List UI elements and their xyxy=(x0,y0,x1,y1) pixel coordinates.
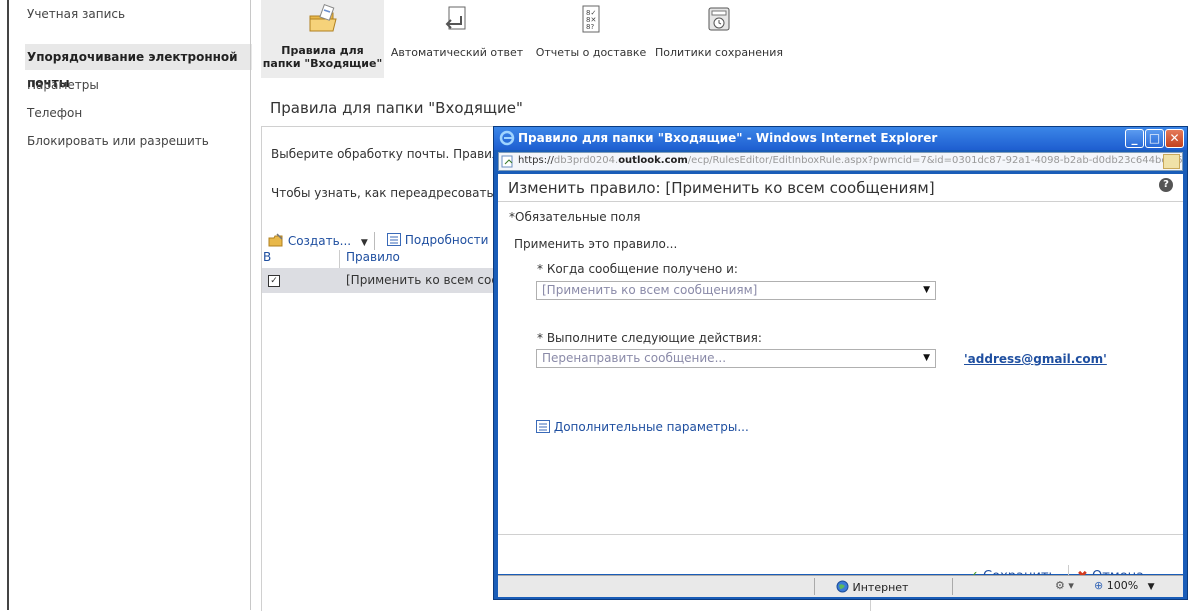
retention-icon xyxy=(708,7,730,31)
lock-icon[interactable] xyxy=(1163,154,1180,169)
create-dropdown-icon[interactable]: ▼ xyxy=(361,238,368,248)
delivery-reports-tab[interactable]: 8✓ 8✕ 8? Отчеты о доставке xyxy=(531,0,651,78)
delivery-reports-label: Отчеты о доставке xyxy=(535,46,647,59)
security-zone-label: Интернет xyxy=(852,581,909,594)
security-zone[interactable]: Интернет xyxy=(836,580,908,594)
create-button[interactable]: Создать... ▼ xyxy=(268,233,368,248)
protected-mode-icon[interactable]: ⚙ ▾ xyxy=(1055,579,1074,592)
left-edge-border xyxy=(0,0,9,610)
svg-text:8?: 8? xyxy=(586,23,594,31)
ie-window-title: Правило для папки "Входящие" - Windows I… xyxy=(518,131,938,145)
rules-grid-header: В Правило xyxy=(262,250,502,268)
rule-name-cell: [Применить ко всем соо xyxy=(346,273,499,287)
details-button-label: Подробности xyxy=(404,233,489,247)
sidebar-item-phone[interactable]: Телефон xyxy=(25,100,252,126)
ie-address-bar[interactable]: https://db3prd0204.outlook.com/ecp/Rules… xyxy=(498,152,1183,171)
inbox-rules-label-line2: папки "Входящие" xyxy=(262,57,383,70)
when-received-label: * Когда сообщение получено и: xyxy=(537,262,738,276)
ie-titlebar[interactable]: Правило для папки "Входящие" - Windows I… xyxy=(494,127,1187,150)
column-enabled-header[interactable]: В xyxy=(263,250,271,264)
when-received-select[interactable]: [Применить ко всем сообщениям] ▼ xyxy=(536,281,936,300)
close-window-button[interactable]: ✕ xyxy=(1165,129,1184,148)
column-rule-header[interactable]: Правило xyxy=(346,250,400,264)
ie-status-bar: Интернет ⚙ ▾ ⊕ 100% ▼ xyxy=(498,575,1183,597)
inbox-rules-label-line1: Правила для xyxy=(281,44,364,57)
do-following-label: * Выполните следующие действия: xyxy=(537,331,762,345)
table-row[interactable]: ✓ [Применить ко всем соо xyxy=(262,268,502,293)
sidebar-divider xyxy=(250,0,251,610)
sidebar-nav: Учетная запись Упорядочивание электронно… xyxy=(25,0,252,610)
sidebar-item-settings[interactable]: Параметры xyxy=(25,72,252,98)
auto-reply-tab[interactable]: Автоматический ответ xyxy=(388,0,526,78)
auto-reply-icon xyxy=(445,6,466,30)
delivery-report-icon: 8✓ 8✕ 8? xyxy=(582,5,600,33)
ie-logo-icon xyxy=(499,130,515,146)
help-icon[interactable]: ? xyxy=(1159,178,1173,192)
toolbar-separator xyxy=(374,232,375,250)
url-text: https://db3prd0204.outlook.com/ecp/Rules… xyxy=(518,155,1183,166)
rule-enabled-checkbox[interactable]: ✓ xyxy=(268,275,280,287)
details-icon xyxy=(387,233,401,246)
status-divider xyxy=(814,578,815,595)
rules-description-text: Выберите обработку почты. Правила xyxy=(271,147,507,161)
folder-icon xyxy=(309,4,337,32)
action-select[interactable]: Перенаправить сообщение... ▼ xyxy=(536,349,936,368)
retention-policies-tab[interactable]: Политики сохранения xyxy=(654,0,784,78)
maximize-button[interactable]: □ xyxy=(1145,129,1164,148)
globe-icon xyxy=(836,580,849,593)
details-icon xyxy=(536,420,550,433)
zoom-control[interactable]: ⊕ 100% ▼ xyxy=(1094,579,1155,592)
forward-address-link[interactable]: 'address@gmail.com' xyxy=(964,352,1107,366)
edit-rule-dialog: Изменить правило: [Применить ко всем соо… xyxy=(498,174,1183,587)
required-fields-note: *Обязательные поля xyxy=(509,210,641,224)
status-divider xyxy=(952,578,953,595)
column-divider xyxy=(339,250,340,268)
zoom-dropdown-icon: ▼ xyxy=(1147,582,1155,592)
page-icon xyxy=(501,155,513,168)
zoom-icon: ⊕ xyxy=(1094,579,1104,592)
create-button-label: Создать... xyxy=(287,234,352,248)
sidebar-item-block-allow[interactable]: Блокировать или разрешить xyxy=(25,128,252,154)
sidebar-item-organize-email[interactable]: Упорядочивание электронной почты xyxy=(25,44,252,90)
apply-rule-label: Применить это правило... xyxy=(514,237,678,251)
chevron-down-icon: ▼ xyxy=(923,285,930,295)
when-received-value: [Применить ко всем сообщениям] xyxy=(542,283,758,297)
zoom-level: 100% xyxy=(1106,579,1139,592)
sidebar-item-account[interactable]: Учетная запись xyxy=(25,1,252,27)
details-button[interactable]: Подробности xyxy=(387,233,488,247)
inbox-rules-tab[interactable]: Правила для папки "Входящие" xyxy=(261,0,384,78)
forward-help-text: Чтобы узнать, как переадресовать эл xyxy=(271,186,512,200)
dialog-footer-separator xyxy=(498,534,1183,535)
auto-reply-label: Автоматический ответ xyxy=(390,46,524,59)
more-options-label: Дополнительные параметры... xyxy=(553,420,749,434)
ie-popup-window: Правило для папки "Входящие" - Windows I… xyxy=(493,126,1188,600)
dialog-title: Изменить правило: [Применить ко всем соо… xyxy=(508,179,935,197)
page-title: Правила для папки "Входящие" xyxy=(270,99,523,117)
retention-label: Политики сохранения xyxy=(655,46,783,59)
new-rule-icon xyxy=(268,233,283,247)
action-value: Перенаправить сообщение... xyxy=(542,351,727,365)
dialog-title-separator xyxy=(498,201,1183,202)
chevron-down-icon: ▼ xyxy=(923,353,930,363)
more-options-link[interactable]: Дополнительные параметры... xyxy=(536,420,749,434)
minimize-button[interactable]: _ xyxy=(1125,129,1144,148)
